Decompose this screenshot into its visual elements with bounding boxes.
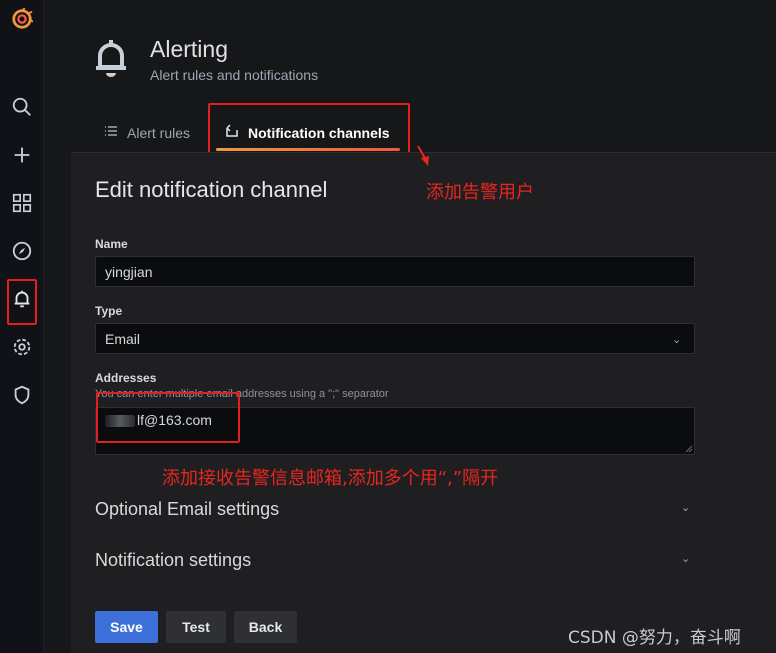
alert-bell-icon [91, 37, 131, 79]
name-value: yingjian [105, 263, 153, 280]
list-icon [103, 123, 119, 142]
explore-icon[interactable] [0, 236, 44, 266]
sidebar-highlight-box [7, 279, 37, 325]
form-title: Edit notification channel [95, 177, 328, 202]
annotation-arrow-icon [417, 145, 429, 166]
shield-icon[interactable] [0, 380, 44, 410]
resize-handle-icon[interactable] [685, 445, 693, 453]
addresses-highlight-box [96, 392, 240, 443]
sidebar [0, 0, 44, 653]
plus-icon[interactable] [0, 140, 44, 170]
page-title: Alerting [150, 36, 228, 62]
addresses-label: Addresses [95, 371, 157, 385]
name-label: Name [95, 237, 128, 251]
optional-email-settings-section[interactable]: Optional Email settings [95, 499, 279, 520]
chevron-down-icon[interactable]: ⌄ [681, 552, 690, 565]
watermark: CSDN @努力，奋斗啊 [568, 628, 741, 648]
annotation-tab-note: 添加告警用户 [426, 182, 534, 203]
save-button[interactable]: Save [95, 611, 158, 643]
chevron-down-icon[interactable]: ⌄ [672, 333, 681, 346]
page-subtitle: Alert rules and notifications [150, 67, 319, 83]
tab-highlight-box [208, 103, 410, 157]
tab-label: Alert rules [127, 124, 191, 141]
type-label: Type [95, 304, 123, 318]
search-icon[interactable] [0, 92, 44, 122]
test-button[interactable]: Test [166, 611, 226, 643]
gear-icon[interactable] [0, 332, 44, 362]
type-value: Email [105, 330, 141, 347]
notification-settings-section[interactable]: Notification settings [95, 550, 251, 571]
annotation-address-note: 添加接收告警信息邮箱,添加多个用“,”隔开 [162, 468, 499, 489]
tab-alert-rules[interactable]: Alert rules [103, 123, 190, 142]
back-button[interactable]: Back [234, 611, 297, 643]
type-select[interactable]: Email [95, 323, 695, 354]
dashboards-icon[interactable] [0, 188, 44, 218]
name-field[interactable]: yingjian [95, 256, 695, 287]
grafana-logo-icon[interactable] [0, 4, 44, 34]
chevron-down-icon[interactable]: ⌄ [681, 501, 690, 514]
